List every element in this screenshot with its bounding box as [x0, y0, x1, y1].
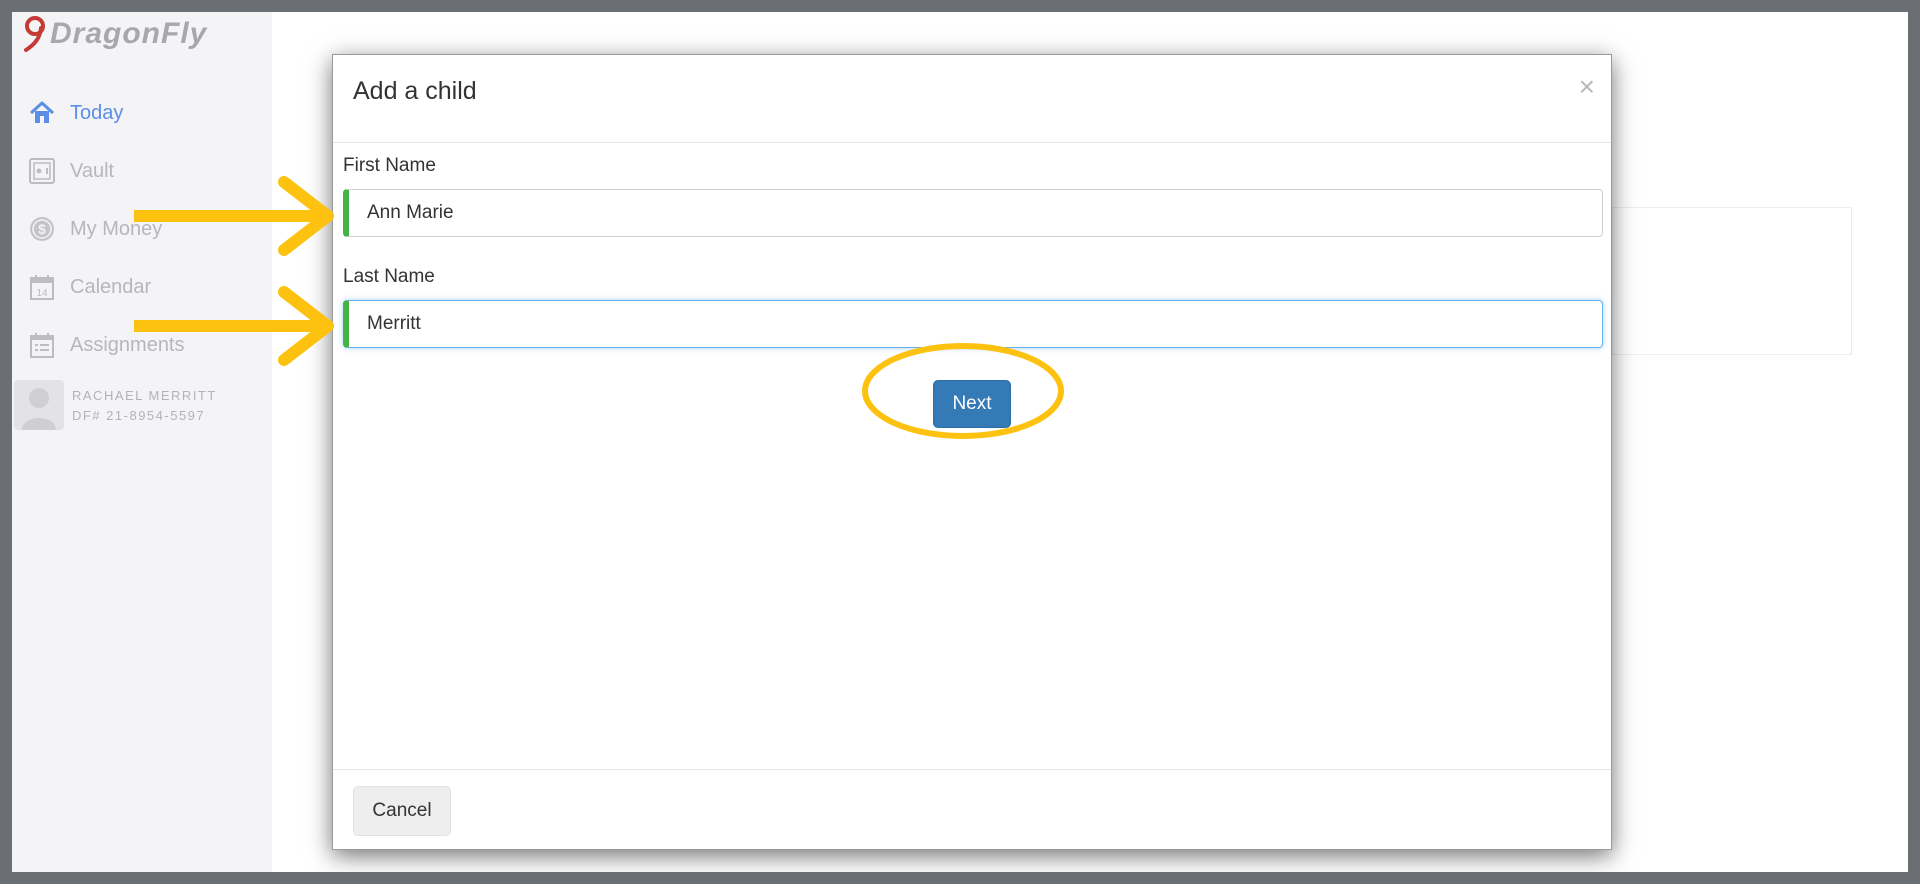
cancel-button[interactable]: Cancel	[353, 786, 451, 836]
sidebar-item-label: Today	[70, 101, 124, 124]
modal-footer: Cancel	[333, 769, 1611, 849]
app-frame: DragonFly Today Vault $ My Money 14 Cale…	[12, 12, 1908, 872]
sidebar-item-label: My Money	[70, 217, 163, 240]
sidebar-nav: Today Vault $ My Money 14 Calendar Assig…	[28, 84, 268, 374]
close-icon[interactable]: ×	[1579, 73, 1595, 101]
person-icon	[22, 388, 56, 430]
first-name-field[interactable]	[343, 189, 1603, 237]
user-name: RACHAEL MERRITT	[72, 387, 217, 403]
sidebar: DragonFly Today Vault $ My Money 14 Cale…	[12, 12, 272, 872]
last-name-field[interactable]	[343, 300, 1603, 348]
sidebar-item-my-money[interactable]: $ My Money	[28, 200, 268, 258]
sidebar-item-assignments[interactable]: Assignments	[28, 316, 268, 374]
first-name-label: First Name	[343, 155, 436, 176]
app-logo[interactable]: DragonFly	[22, 12, 207, 56]
sidebar-item-calendar[interactable]: 14 Calendar	[28, 258, 268, 316]
sidebar-item-label: Calendar	[70, 275, 152, 298]
calendar-icon: 14	[28, 273, 56, 301]
sidebar-item-label: Vault	[70, 159, 115, 182]
user-profile[interactable]: RACHAEL MERRITT DF# 21-8954-5597	[14, 380, 217, 430]
modal-header: Add a child ×	[333, 55, 1611, 143]
home-icon	[28, 99, 56, 127]
sidebar-item-vault[interactable]: Vault	[28, 142, 268, 200]
modal-title: Add a child	[353, 77, 477, 105]
background-card	[1612, 207, 1852, 355]
svg-text:14: 14	[36, 288, 48, 299]
add-child-modal: Add a child × First Name Last Name Next …	[332, 54, 1612, 850]
vault-icon	[28, 157, 56, 185]
dragonfly-logo-icon	[24, 16, 45, 52]
avatar	[14, 380, 64, 430]
user-id: DF# 21-8954-5597	[72, 407, 206, 423]
dollar-icon: $	[28, 215, 56, 243]
user-info: RACHAEL MERRITT DF# 21-8954-5597	[72, 388, 217, 423]
next-button[interactable]: Next	[933, 380, 1011, 428]
assignments-icon	[28, 331, 56, 359]
app-logo-text: DragonFly	[50, 17, 208, 50]
sidebar-item-today[interactable]: Today	[28, 84, 268, 142]
sidebar-item-label: Assignments	[70, 333, 185, 356]
last-name-label: Last Name	[343, 266, 435, 287]
svg-text:$: $	[38, 221, 46, 237]
